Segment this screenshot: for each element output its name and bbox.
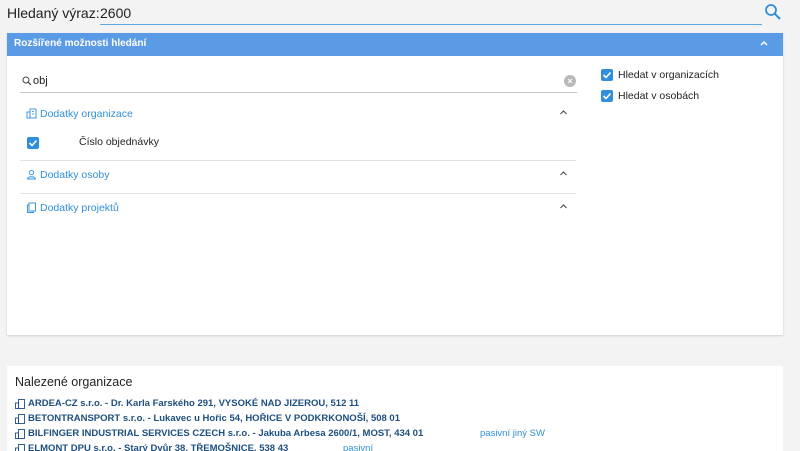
section-organization-addons[interactable]: Dodatky organizace <box>20 103 576 125</box>
result-text[interactable]: BETONTRANSPORT s.r.o. - Lukavec u Hořic … <box>28 413 400 424</box>
result-text[interactable]: ELMONT DPU s.r.o. - Starý Dvůr 38, TŘEMO… <box>28 443 288 451</box>
person-icon <box>27 169 36 180</box>
section-project-addons[interactable]: Dodatky projektů <box>20 197 576 219</box>
clear-icon[interactable]: × <box>564 75 576 87</box>
search-label: Hledaný výraz: <box>7 5 100 21</box>
chevron-up-icon[interactable] <box>759 38 769 48</box>
advanced-search-header[interactable]: Rozšířené možnosti hledání <box>7 33 783 56</box>
item-label-order-number: Číslo objednávky <box>79 136 159 148</box>
copy-icon <box>27 202 36 213</box>
chevron-up-icon[interactable] <box>559 202 568 211</box>
filter-value: obj <box>33 75 48 87</box>
search-icon[interactable] <box>764 3 782 21</box>
advanced-search-panel: Rozšířené možnosti hledání obj × Dodatky… <box>7 33 783 335</box>
result-tag: pasivní jiný SW <box>480 428 545 439</box>
chevron-up-icon[interactable] <box>559 108 568 117</box>
building-icon <box>15 399 25 409</box>
search-bar: Hledaný výraz: 2600 <box>0 0 800 30</box>
building-icon <box>15 444 25 451</box>
filter-input[interactable]: obj × <box>20 71 577 93</box>
section-person-addons[interactable]: Dodatky osoby <box>20 164 576 186</box>
checkbox-search-persons[interactable] <box>601 90 613 102</box>
checkbox-order-number[interactable] <box>27 137 39 149</box>
option-label-persons: Hledat v osobách <box>618 90 700 102</box>
result-text[interactable]: BILFINGER INDUSTRIAL SERVICES CZECH s.r.… <box>28 428 423 439</box>
result-row[interactable]: ARDEA-CZ s.r.o. - Dr. Karla Farského 291… <box>15 398 775 412</box>
results-title: Nalezené organizace <box>15 375 133 389</box>
section-label: Dodatky projektů <box>40 202 119 214</box>
building-icon <box>15 429 25 439</box>
chevron-up-icon[interactable] <box>559 169 568 178</box>
results-panel: Nalezené organizace ARDEA-CZ s.r.o. - Dr… <box>7 366 783 451</box>
section-label: Dodatky organizace <box>40 108 133 120</box>
result-row[interactable]: BETONTRANSPORT s.r.o. - Lukavec u Hořic … <box>15 413 775 427</box>
building-icon <box>26 108 37 119</box>
result-text[interactable]: ARDEA-CZ s.r.o. - Dr. Karla Farského 291… <box>28 398 359 409</box>
divider <box>20 160 576 161</box>
section-label: Dodatky osoby <box>40 169 110 181</box>
result-row[interactable]: BILFINGER INDUSTRIAL SERVICES CZECH s.r.… <box>15 428 775 442</box>
panel-title: Rozšířené možnosti hledání <box>14 38 147 49</box>
divider <box>20 193 576 194</box>
search-icon <box>22 76 32 86</box>
option-label-organizations: Hledat v organizacích <box>618 69 719 81</box>
checkbox-search-organizations[interactable] <box>601 69 613 81</box>
result-row[interactable]: ELMONT DPU s.r.o. - Starý Dvůr 38, TŘEMO… <box>15 443 775 451</box>
result-tag: pasivní <box>343 443 374 451</box>
building-icon <box>15 414 25 424</box>
search-input[interactable]: 2600 <box>100 5 762 25</box>
